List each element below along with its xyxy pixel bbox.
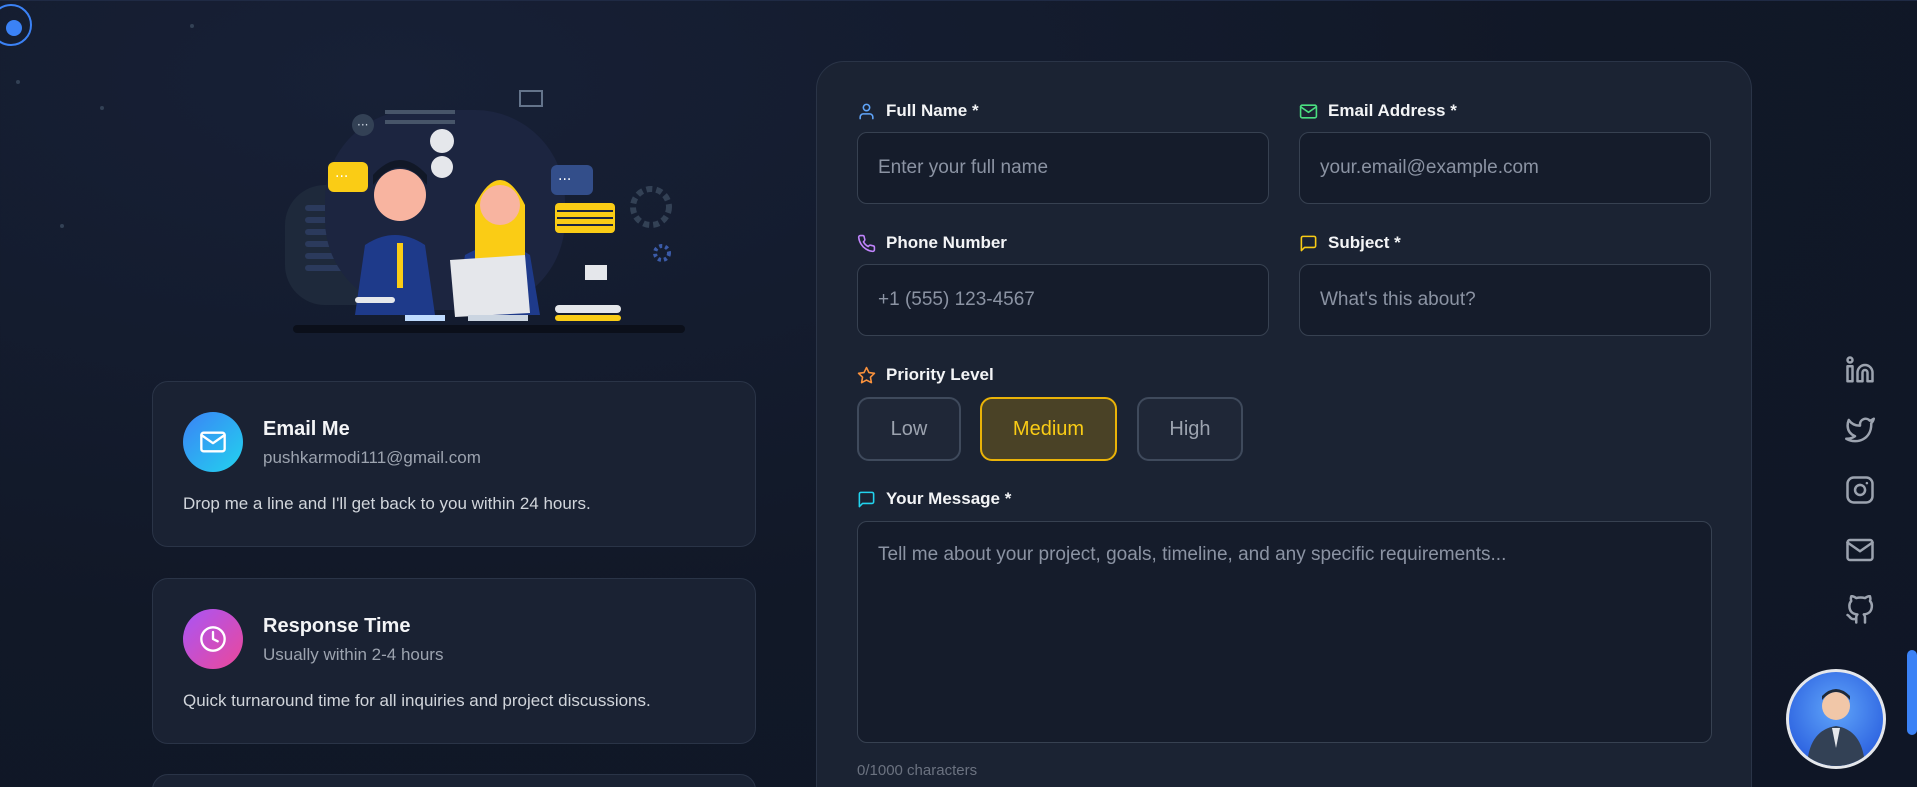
background-dot	[100, 106, 104, 110]
message-square-icon	[1300, 235, 1317, 251]
card-title: Email Me	[263, 418, 350, 440]
message-label: Your Message *	[857, 489, 1011, 509]
avatar[interactable]	[1786, 669, 1886, 769]
contact-form: Full Name * Email Address * Phone Number…	[816, 61, 1752, 787]
top-border	[0, 0, 1917, 1]
email-label: Email Address *	[1299, 101, 1457, 121]
customer-support-illustration: ··· ··· ···	[285, 85, 685, 335]
email-input[interactable]	[1299, 132, 1711, 204]
card-title: Response Time	[263, 615, 411, 637]
mail-icon[interactable]	[1845, 535, 1875, 565]
label-text: Full Name *	[886, 101, 979, 120]
label-text: Email Address *	[1328, 101, 1457, 120]
contact-card-partial	[152, 774, 756, 787]
svg-text:···: ···	[357, 118, 368, 132]
subject-label: Subject *	[1299, 233, 1401, 253]
priority-medium-button[interactable]: Medium	[980, 397, 1117, 461]
subject-input[interactable]	[1299, 264, 1711, 336]
full-name-input[interactable]	[857, 132, 1269, 204]
instagram-icon[interactable]	[1845, 475, 1875, 505]
card-subtitle: Usually within 2-4 hours	[263, 645, 444, 664]
background-dot	[190, 24, 194, 28]
label-text: Phone Number	[886, 233, 1007, 252]
phone-label: Phone Number	[857, 233, 1007, 253]
priority-label: Priority Level	[857, 365, 994, 385]
mail-icon	[1299, 103, 1318, 119]
linkedin-icon[interactable]	[1845, 355, 1875, 385]
full-name-label: Full Name *	[857, 101, 979, 121]
phone-input[interactable]	[857, 264, 1269, 336]
background-dot	[16, 80, 20, 84]
svg-text:···: ···	[558, 172, 571, 188]
background-dot	[60, 224, 64, 228]
phone-icon	[857, 234, 876, 252]
email-address-text: pushkarmodi111@gmail.com	[263, 448, 481, 467]
label-text: Priority Level	[886, 365, 994, 384]
card-description: Quick turnaround time for all inquiries …	[183, 691, 651, 710]
response-time-card: Response Time Usually within 2-4 hours Q…	[152, 578, 756, 744]
label-text: Subject *	[1328, 233, 1401, 252]
priority-low-button[interactable]: Low	[857, 397, 961, 461]
label-text: Your Message *	[886, 489, 1012, 508]
github-icon[interactable]	[1845, 595, 1875, 625]
character-count: 0/1000 characters	[857, 762, 978, 779]
priority-high-button[interactable]: High	[1137, 397, 1243, 461]
scrollbar-thumb[interactable]	[1907, 650, 1917, 735]
message-square-icon	[858, 491, 875, 507]
message-textarea[interactable]	[857, 521, 1712, 743]
person-avatar-icon	[1807, 689, 1865, 766]
email-me-card: Email Me pushkarmodi111@gmail.com Drop m…	[152, 381, 756, 547]
twitter-icon[interactable]	[1845, 415, 1875, 445]
user-icon	[859, 103, 874, 119]
svg-text:···: ···	[335, 169, 348, 185]
card-description: Drop me a line and I'll get back to you …	[183, 494, 591, 513]
clock-icon	[183, 609, 243, 669]
mail-icon	[183, 412, 243, 472]
star-icon	[857, 366, 876, 383]
scroll-progress-indicator	[0, 4, 32, 46]
